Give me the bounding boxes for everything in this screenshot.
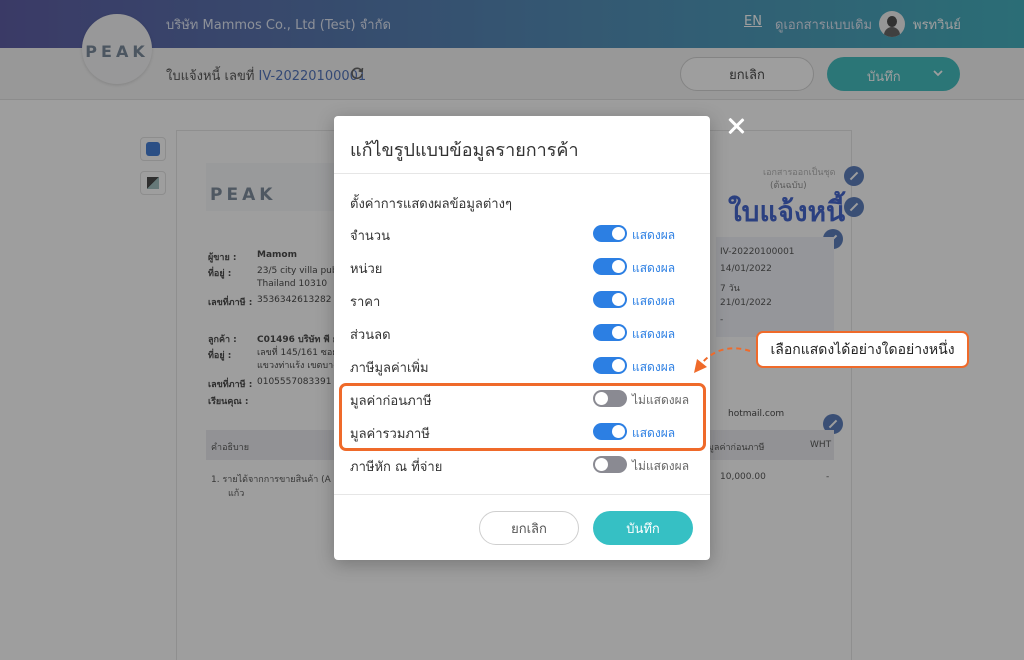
divider	[334, 173, 710, 174]
setting-label: จำนวน	[350, 229, 390, 244]
toggle-switch[interactable]	[593, 225, 627, 242]
setting-status: แสดงผล	[632, 294, 676, 308]
setting-label: หน่วย	[350, 262, 383, 277]
setting-status: แสดงผล	[632, 327, 676, 341]
setting-status: แสดงผล	[632, 360, 676, 374]
toggle-switch[interactable]	[593, 258, 627, 275]
toggle-switch[interactable]	[593, 357, 627, 374]
dialog-title: แก้ไขรูปแบบข้อมูลรายการค้า	[350, 140, 579, 161]
section-title: ตั้งค่าการแสดงผลข้อมูลต่างๆ	[350, 197, 512, 212]
setting-label: ราคา	[350, 295, 381, 310]
setting-label: ภาษีมูลค่าเพิ่ม	[350, 361, 429, 376]
setting-row-withholding-tax: ภาษีหัก ณ ที่จ่าย ไม่แสดงผล	[350, 455, 694, 475]
toggle-switch[interactable]	[593, 291, 627, 308]
setting-status: แสดงผล	[632, 261, 676, 275]
edit-item-format-dialog: แก้ไขรูปแบบข้อมูลรายการค้า ตั้งค่าการแสด…	[334, 116, 710, 560]
setting-row-unit: หน่วย แสดงผล	[350, 257, 694, 277]
setting-row-discount: ส่วนลด แสดงผล	[350, 323, 694, 343]
close-icon[interactable]	[725, 115, 747, 137]
divider	[334, 494, 710, 495]
setting-row-quantity: จำนวน แสดงผล	[350, 224, 694, 244]
toggle-switch[interactable]	[593, 324, 627, 341]
toggle-switch[interactable]	[593, 456, 627, 473]
setting-label: ส่วนลด	[350, 328, 391, 343]
save-button[interactable]: บันทึก	[593, 511, 693, 545]
annotation-callout: เลือกแสดงได้อย่างใดอย่างหนึ่ง	[756, 331, 969, 368]
setting-status: แสดงผล	[632, 228, 676, 242]
highlight-box	[339, 383, 706, 451]
cancel-button[interactable]: ยกเลิก	[479, 511, 579, 545]
setting-status: ไม่แสดงผล	[632, 459, 690, 473]
setting-label: ภาษีหัก ณ ที่จ่าย	[350, 460, 443, 475]
setting-row-vat: ภาษีมูลค่าเพิ่ม แสดงผล	[350, 356, 694, 376]
arrow-icon	[694, 347, 751, 373]
setting-row-price: ราคา แสดงผล	[350, 290, 694, 310]
